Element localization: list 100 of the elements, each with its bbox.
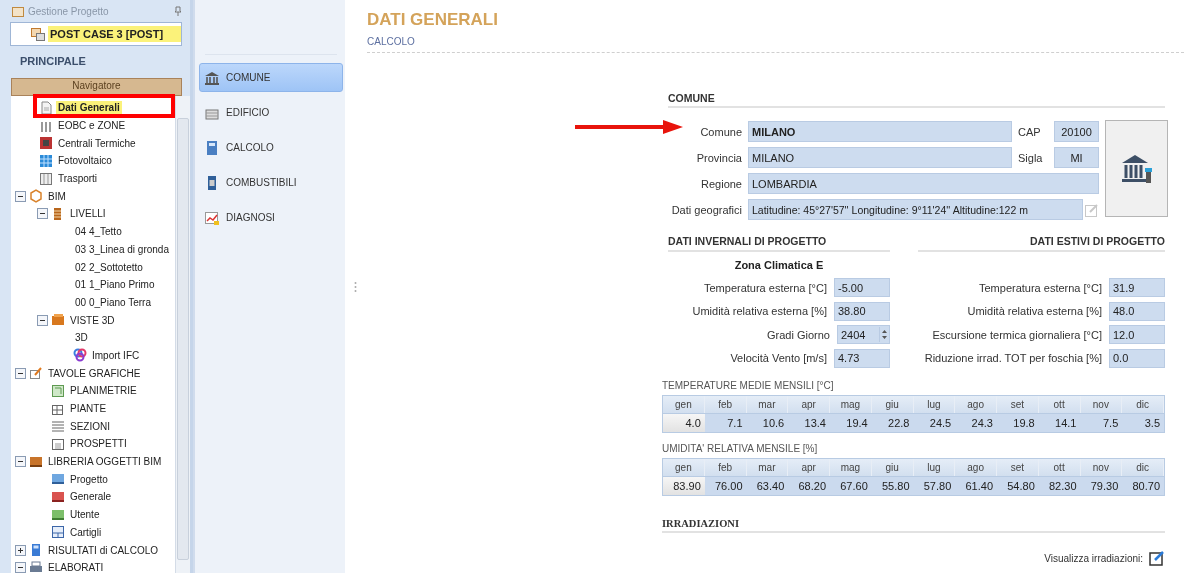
edit-icon[interactable]	[1149, 550, 1165, 566]
tree-item[interactable]: 03 3_Linea di gronda	[73, 242, 171, 256]
table-cell[interactable]: 22.8	[871, 413, 914, 432]
table-cell[interactable]: 83.90	[663, 476, 705, 495]
table-cell[interactable]: 24.5	[913, 413, 956, 432]
input-field[interactable]: Latitudine: 45°27'57'' Longitudine: 9°11'24'' Altitudine:122 m	[748, 199, 1083, 220]
table-cell[interactable]: 61.40	[955, 476, 997, 495]
table-cell[interactable]: 82.30	[1038, 476, 1081, 495]
nav-item[interactable]: COMBUSTIBILI	[199, 168, 343, 197]
tree-item[interactable]: ELABORATI	[46, 561, 106, 573]
tree-item[interactable]: LIVELLI	[68, 207, 108, 221]
section-heading: DATI INVERNALI DI PROGETTO	[668, 235, 890, 252]
collapse-icon[interactable]	[15, 367, 26, 379]
tree-item[interactable]: VISTE 3D	[68, 313, 117, 327]
column-header: ago	[955, 396, 997, 413]
input-field[interactable]: MILANO	[748, 121, 1012, 142]
collapse-icon[interactable]	[37, 208, 48, 220]
tree-item[interactable]: 02 2_Sottotetto	[73, 260, 145, 274]
section-heading: COMUNE	[668, 90, 1165, 108]
tree-item[interactable]: 01 1_Piano Primo	[73, 278, 157, 292]
tree-item[interactable]: Cartigli	[68, 525, 104, 539]
nav-item[interactable]: CALCOLO	[199, 133, 343, 162]
table-cell[interactable]: 80.70	[1122, 476, 1164, 495]
tree-item[interactable]: Fotovoltaico	[56, 154, 114, 168]
tree-item[interactable]: 3D	[73, 331, 90, 345]
collapse-icon[interactable]	[37, 314, 48, 326]
column-header: apr	[788, 396, 830, 413]
column-header: dic	[1122, 459, 1164, 476]
view-link[interactable]: Visualizza irradiazioni:	[1044, 552, 1143, 564]
field-label: Gradi Giorno	[767, 328, 830, 341]
column-header: set	[997, 459, 1039, 476]
tree-item[interactable]: SEZIONI	[68, 419, 112, 433]
splitter-grip-icon[interactable]	[353, 280, 357, 293]
column-header: nov	[1080, 396, 1123, 413]
input-field[interactable]: 38.80	[834, 301, 890, 321]
input-field[interactable]: 48.0	[1109, 301, 1165, 321]
spinner-arrows-icon[interactable]	[879, 327, 889, 343]
table-cell[interactable]: 57.80	[913, 476, 956, 495]
tree-item[interactable]: EOBC e ZONE	[56, 119, 128, 133]
nav-item[interactable]: COMUNE	[199, 63, 343, 92]
town-hall-button[interactable]	[1105, 120, 1168, 217]
table-cell[interactable]: 7.5	[1080, 413, 1123, 432]
collapse-icon[interactable]	[15, 562, 26, 573]
calculator-icon	[204, 139, 220, 156]
table-cell[interactable]: 67.60	[830, 476, 872, 495]
expand-icon[interactable]	[15, 544, 26, 556]
tree-item[interactable]: Trasporti	[56, 172, 100, 186]
input-field[interactable]: 4.73	[834, 348, 890, 368]
table-cell[interactable]: 79.30	[1080, 476, 1123, 495]
tree-item[interactable]: PROSPETTI	[68, 437, 129, 451]
column-header: giu	[871, 396, 914, 413]
scrollbar[interactable]	[175, 96, 190, 573]
input-field[interactable]: 20100	[1054, 121, 1099, 142]
nav-item[interactable]: EDIFICIO	[199, 98, 343, 127]
tree-item[interactable]: PIANTE	[68, 402, 109, 416]
table-cell[interactable]: 14.1	[1038, 413, 1081, 432]
climate-zone: Zona Climatica E	[733, 259, 825, 273]
table-cell[interactable]: 4.0	[663, 413, 705, 432]
input-field[interactable]: LOMBARDIA	[748, 173, 1099, 194]
tree-item[interactable]: 00 0_Piano Terra	[73, 295, 153, 309]
nav-item[interactable]: DIAGNOSI	[199, 203, 343, 232]
collapse-icon[interactable]	[15, 190, 26, 202]
project-item[interactable]: POST CASE 3 [POST]	[48, 26, 181, 42]
tree-item[interactable]: Progetto	[68, 472, 110, 486]
table-cell[interactable]: 54.80	[997, 476, 1039, 495]
tree-item[interactable]: PLANIMETRIE	[68, 384, 139, 398]
tree-item[interactable]: Utente	[68, 508, 102, 522]
page-subtitle: CALCOLO	[367, 36, 416, 47]
table-cell[interactable]: 63.40	[746, 476, 789, 495]
pin-icon[interactable]	[174, 6, 182, 16]
calculator-icon	[29, 543, 43, 558]
tree-item[interactable]: RISULTATI di CALCOLO	[46, 543, 161, 557]
input-field[interactable]: 31.9	[1109, 278, 1165, 298]
input-field[interactable]: -5.00	[834, 278, 890, 298]
input-field[interactable]: MILANO	[748, 147, 1012, 168]
spinner-field[interactable]: 2404	[837, 325, 890, 345]
table-cell[interactable]: 68.20	[788, 476, 830, 495]
input-field[interactable]: MI	[1054, 147, 1099, 168]
tree-item[interactable]: Dati Generali	[56, 101, 122, 115]
column-header: nov	[1080, 459, 1123, 476]
tree-item[interactable]: Centrali Termiche	[56, 136, 138, 150]
field-label: Comune	[699, 125, 742, 138]
tree-item[interactable]: TAVOLE GRAFICHE	[46, 366, 143, 380]
table-cell[interactable]: 3.5	[1122, 413, 1164, 432]
table-cell[interactable]: 7.1	[704, 413, 747, 432]
table-cell[interactable]: 24.3	[955, 413, 997, 432]
table-cell[interactable]: 19.8	[997, 413, 1039, 432]
tree-item[interactable]: LIBRERIA OGGETTI BIM	[46, 455, 164, 469]
table-cell[interactable]: 13.4	[788, 413, 830, 432]
table-cell[interactable]: 10.6	[746, 413, 789, 432]
tree-item[interactable]: Import IFC	[90, 348, 142, 362]
table-cell[interactable]: 55.80	[871, 476, 914, 495]
table-cell[interactable]: 76.00	[704, 476, 747, 495]
tree-item[interactable]: BIM	[46, 189, 68, 203]
table-cell[interactable]: 19.4	[830, 413, 872, 432]
input-field[interactable]: 12.0	[1109, 325, 1165, 345]
tree-item[interactable]: 04 4_Tetto	[73, 225, 124, 239]
collapse-icon[interactable]	[15, 456, 26, 468]
input-field[interactable]: 0.0	[1109, 348, 1165, 368]
tree-item[interactable]: Generale	[68, 490, 114, 504]
